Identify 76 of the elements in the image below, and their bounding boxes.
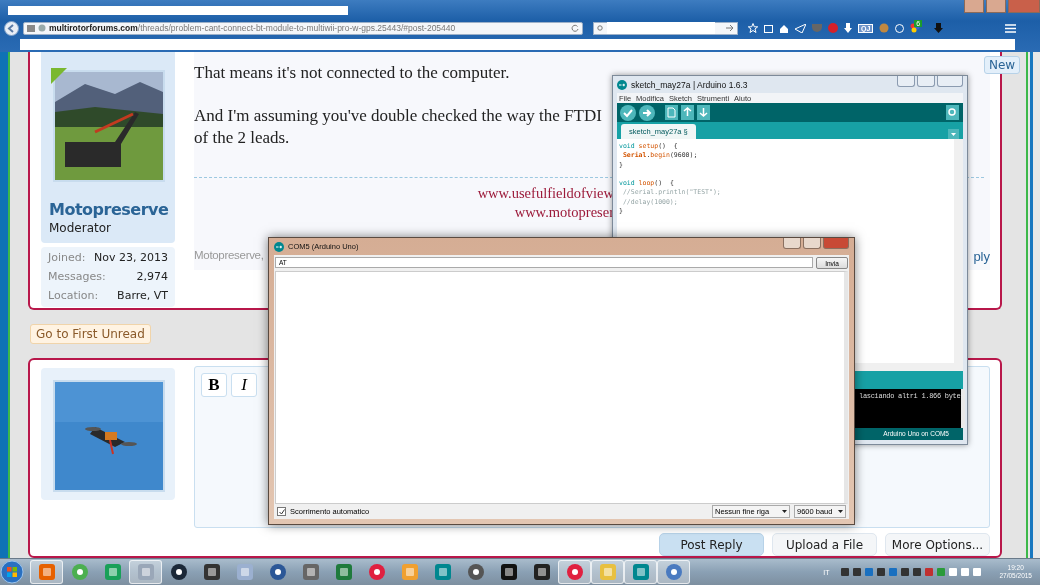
message-text: And I'm assuming you've double checked the way the FTDI xyxy=(194,105,602,127)
close-button[interactable] xyxy=(937,76,963,87)
download-arrow-icon[interactable] xyxy=(934,23,944,33)
stat-label: Location: xyxy=(48,288,99,304)
app-icon xyxy=(631,563,650,581)
signature-link[interactable]: www.usefulfieldofview xyxy=(477,184,614,203)
stat-label: Messages: xyxy=(48,269,106,285)
new-file-icon[interactable] xyxy=(665,105,678,120)
clipboard-icon[interactable] xyxy=(764,23,773,33)
download-icon[interactable] xyxy=(844,23,852,33)
star-icon[interactable] xyxy=(748,23,758,33)
signature-link[interactable]: www.motopreser xyxy=(514,203,614,222)
round-app-icon xyxy=(169,563,188,581)
maximize-button[interactable] xyxy=(917,76,935,87)
app-icon xyxy=(400,563,419,581)
address-text[interactable]: multirotorforums.com/threads/problem-cant-connect-bt-module-to-multiwii-pro-w-gps.25443/#post-205440 xyxy=(49,23,456,33)
username[interactable]: Motopreserve xyxy=(49,200,175,219)
round-app-icon xyxy=(664,563,683,581)
window-title: sketch_may27a | Arduino 1.6.3 xyxy=(631,79,748,90)
user-role: Moderator xyxy=(49,221,112,235)
dropdown-arrow-icon xyxy=(838,510,843,513)
round-app-icon xyxy=(70,563,89,581)
first-unread-button[interactable]: Go to First Unread xyxy=(30,324,151,344)
magnifier-icon[interactable] xyxy=(946,105,959,120)
checkbox[interactable] xyxy=(277,507,286,516)
arduino-logo-icon xyxy=(274,241,284,252)
round-app-icon xyxy=(565,563,584,581)
reply-link[interactable]: ply xyxy=(973,249,990,264)
action-button[interactable]: More Options... xyxy=(885,533,990,556)
minimize-button[interactable] xyxy=(897,76,915,87)
minimize-button[interactable] xyxy=(964,0,984,13)
app-icon xyxy=(499,563,518,581)
stat-value: Nov 23, 2013 xyxy=(94,250,168,266)
arduino-logo-icon xyxy=(617,79,627,90)
start-button[interactable] xyxy=(0,560,24,584)
app-icon xyxy=(235,563,254,581)
app-icon xyxy=(103,563,122,581)
new-badge[interactable]: New xyxy=(984,56,1021,74)
round-app-icon xyxy=(466,563,485,581)
stat-value: 2,974 xyxy=(136,269,168,285)
maximize-button[interactable] xyxy=(986,0,1006,13)
app-icon xyxy=(202,563,221,581)
address-field[interactable]: multirotorforums.com/threads/problem-cant-connect-bt-module-to-multiwii-pro-w-gps.25443/#post-205440 xyxy=(23,21,583,35)
minimize-button[interactable] xyxy=(783,238,801,249)
message-text: That means it's not connected to the computer. xyxy=(194,62,510,84)
action-button[interactable]: Post Reply xyxy=(659,533,764,556)
home-icon[interactable] xyxy=(779,23,789,33)
dropdown-icon[interactable] xyxy=(948,129,959,139)
round-app-icon xyxy=(367,563,386,581)
message-text: of the 2 leads. xyxy=(194,127,290,149)
stat-label: Joined: xyxy=(48,250,86,266)
upload-icon[interactable] xyxy=(681,105,694,120)
app-icon xyxy=(37,563,56,581)
dropdown-arrow-icon xyxy=(782,510,787,513)
round-app-icon xyxy=(268,563,287,581)
app-icon xyxy=(532,563,551,581)
back-icon[interactable] xyxy=(4,20,19,36)
search-icon xyxy=(597,24,604,32)
stat-value: Barre, VT xyxy=(117,288,168,304)
app-icon xyxy=(433,563,452,581)
arrow-icon[interactable] xyxy=(726,25,734,31)
action-button[interactable]: Upload a File xyxy=(772,533,877,556)
app-icon xyxy=(598,563,617,581)
paper-plane-icon[interactable] xyxy=(795,23,806,33)
maximize-button[interactable] xyxy=(803,238,821,249)
bold-button[interactable]: B xyxy=(201,373,227,397)
italic-button[interactable]: I xyxy=(231,373,257,397)
app-icon xyxy=(301,563,320,581)
corner-ribbon xyxy=(51,68,67,84)
app-icon xyxy=(334,563,353,581)
check-icon xyxy=(278,508,285,515)
app-icon xyxy=(136,563,155,581)
menu-icon[interactable] xyxy=(1005,23,1017,33)
check-icon[interactable] xyxy=(620,104,636,121)
reload-icon[interactable] xyxy=(571,24,579,32)
scrollbar[interactable] xyxy=(1026,52,1040,558)
